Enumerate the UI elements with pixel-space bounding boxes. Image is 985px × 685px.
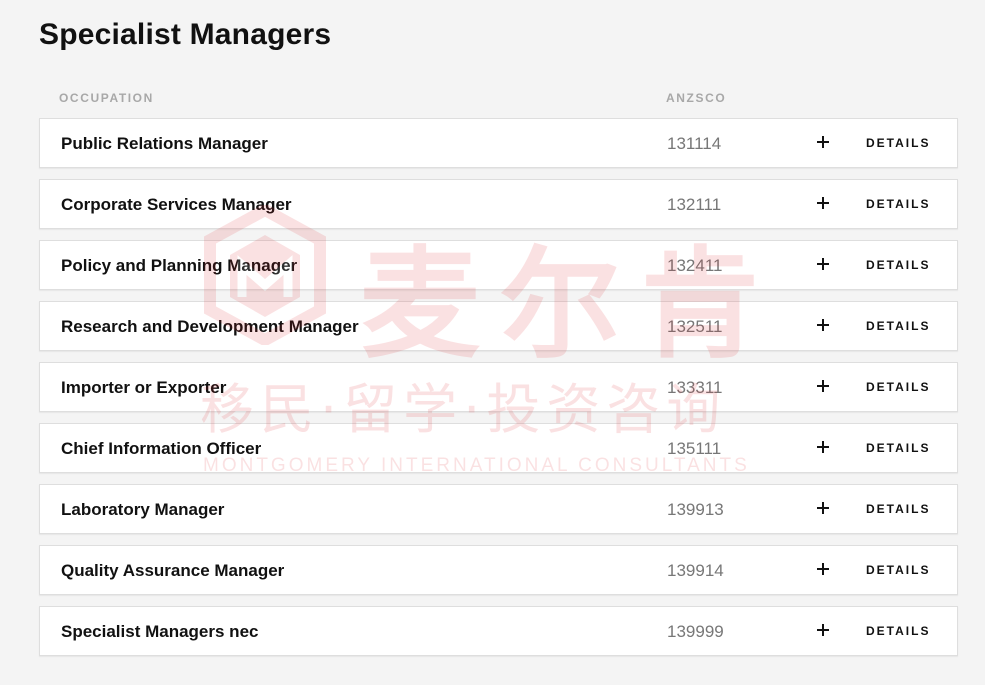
anzsco-code: 139914 [667,561,724,580]
details-button[interactable]: DETAILS [866,197,930,211]
anzsco-code: 139913 [667,500,724,519]
anzsco-code: 132411 [667,256,723,275]
occupation-name: Quality Assurance Manager [61,561,285,580]
occupation-name: Chief Information Officer [61,439,262,458]
occupation-name: Public Relations Manager [61,134,268,153]
details-button[interactable]: DETAILS [866,441,930,455]
occupation-name: Importer or Exporter [61,378,227,397]
column-header-anzsco: ANZSCO [666,91,727,105]
occupation-name: Specialist Managers nec [61,622,259,641]
anzsco-code: 132111 [667,195,722,214]
details-button[interactable]: DETAILS [866,258,930,272]
occupation-row[interactable]: Importer or Exporter 133311 DETAILS [39,362,958,412]
plus-icon[interactable] [816,562,830,576]
page-title: Specialist Managers [39,18,332,51]
plus-icon[interactable] [816,135,830,149]
occupation-row[interactable]: Research and Development Manager 132511 … [39,301,958,351]
column-header-occupation: OCCUPATION [59,91,154,105]
occupation-row[interactable]: Laboratory Manager 139913 DETAILS [39,484,958,534]
occupation-name: Research and Development Manager [61,317,359,336]
anzsco-code: 133311 [667,378,723,397]
plus-icon[interactable] [816,440,830,454]
details-button[interactable]: DETAILS [866,624,930,638]
anzsco-code: 135111 [667,439,722,458]
occupation-row[interactable]: Corporate Services Manager 132111 DETAIL… [39,179,958,229]
occupation-name: Corporate Services Manager [61,195,292,214]
plus-icon[interactable] [816,257,830,271]
page: Specialist Managers OCCUPATION ANZSCO Pu… [0,0,985,685]
details-button[interactable]: DETAILS [866,319,930,333]
plus-icon[interactable] [816,318,830,332]
plus-icon[interactable] [816,196,830,210]
details-button[interactable]: DETAILS [866,380,930,394]
anzsco-code: 131114 [667,134,722,153]
occupation-row[interactable]: Chief Information Officer 135111 DETAILS [39,423,958,473]
plus-icon[interactable] [816,623,830,637]
plus-icon[interactable] [816,379,830,393]
occupation-name: Laboratory Manager [61,500,225,519]
occupation-name: Policy and Planning Manager [61,256,298,275]
occupation-row[interactable]: Public Relations Manager 131114 DETAILS [39,118,958,168]
details-button[interactable]: DETAILS [866,502,930,516]
details-button[interactable]: DETAILS [866,563,930,577]
anzsco-code: 139999 [667,622,724,641]
details-button[interactable]: DETAILS [866,136,930,150]
occupation-row[interactable]: Policy and Planning Manager 132411 DETAI… [39,240,958,290]
plus-icon[interactable] [816,501,830,515]
occupation-row[interactable]: Quality Assurance Manager 139914 DETAILS [39,545,958,595]
anzsco-code: 132511 [667,317,723,336]
occupation-row[interactable]: Specialist Managers nec 139999 DETAILS [39,606,958,656]
occupation-list: Public Relations Manager 131114 DETAILS … [39,118,958,667]
